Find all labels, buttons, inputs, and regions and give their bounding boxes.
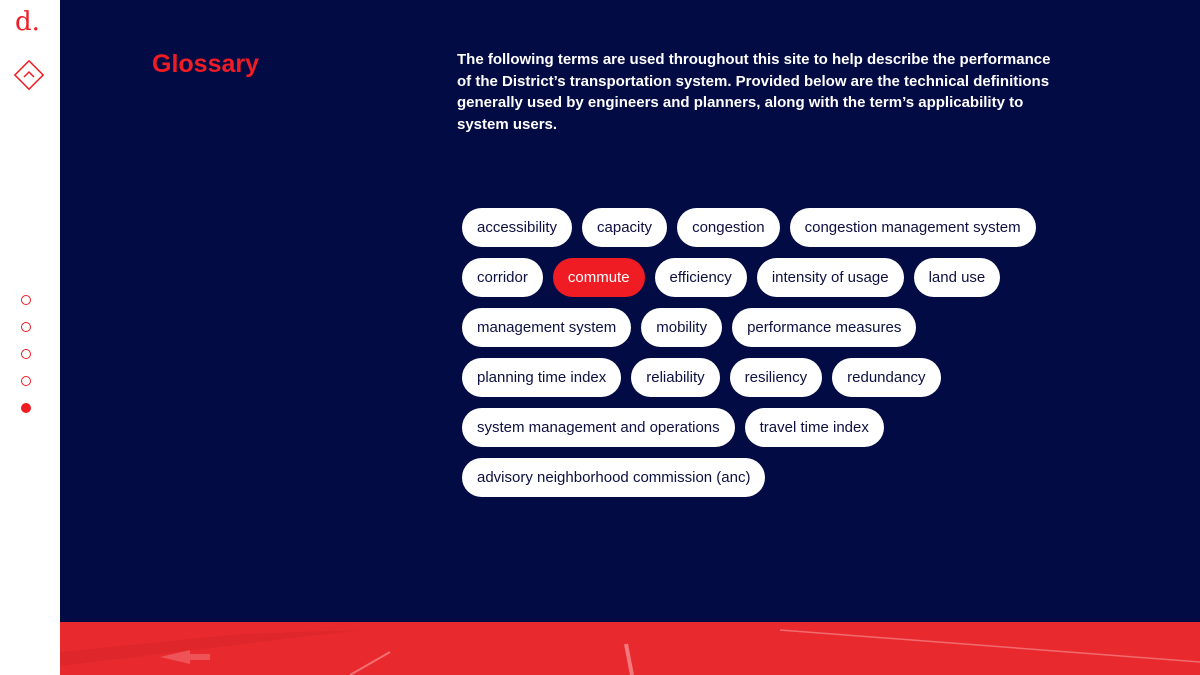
glossary-terms: accessibility capacity congestion congestio… <box>462 208 1082 497</box>
intro-text: The following terms are used throughout … <box>457 51 1051 133</box>
logo[interactable]: d. <box>15 6 40 38</box>
glossary-section: Glossary The following terms are used th… <box>60 0 1200 622</box>
glossary-term-button[interactable]: planning time index <box>462 358 622 397</box>
nav-dot[interactable] <box>21 376 31 386</box>
glossary-term-button[interactable]: performance measures <box>732 308 917 347</box>
nav-dot[interactable] <box>21 322 31 332</box>
glossary-term-button[interactable]: capacity <box>582 208 668 247</box>
glossary-term-button[interactable]: system management and operations <box>462 408 735 447</box>
glossary-term-button[interactable]: accessibility <box>462 208 573 247</box>
glossary-term-button[interactable]: reliability <box>631 358 720 397</box>
glossary-term-button[interactable]: resiliency <box>729 358 823 397</box>
glossary-term-button[interactable]: congestion <box>677 208 780 247</box>
section-nav <box>21 295 31 430</box>
nav-dot[interactable] <box>21 295 31 305</box>
hero-image-strip <box>60 622 1200 675</box>
glossary-term-button[interactable]: land use <box>913 258 1001 297</box>
glossary-term-button[interactable]: intensity of usage <box>756 258 904 297</box>
glossary-term-button[interactable]: mobility <box>641 308 723 347</box>
glossary-term-button[interactable]: travel time index <box>744 408 884 447</box>
glossary-term-button[interactable]: advisory neighborhood commission (anc) <box>462 458 766 497</box>
glossary-term-button[interactable]: commute <box>552 258 645 297</box>
glossary-term-button[interactable]: management system <box>462 308 632 347</box>
glossary-term-button[interactable]: congestion management system <box>789 208 1036 247</box>
chevron-up-diamond-icon[interactable] <box>12 58 46 92</box>
sidebar: d. <box>0 0 60 675</box>
glossary-term-button[interactable]: efficiency <box>654 258 747 297</box>
glossary-term-button[interactable]: redundancy <box>832 358 941 397</box>
nav-dot[interactable] <box>21 349 31 359</box>
page-title: Glossary <box>152 50 260 78</box>
glossary-term-button[interactable]: corridor <box>462 258 543 297</box>
nav-dot-active[interactable] <box>21 403 31 413</box>
